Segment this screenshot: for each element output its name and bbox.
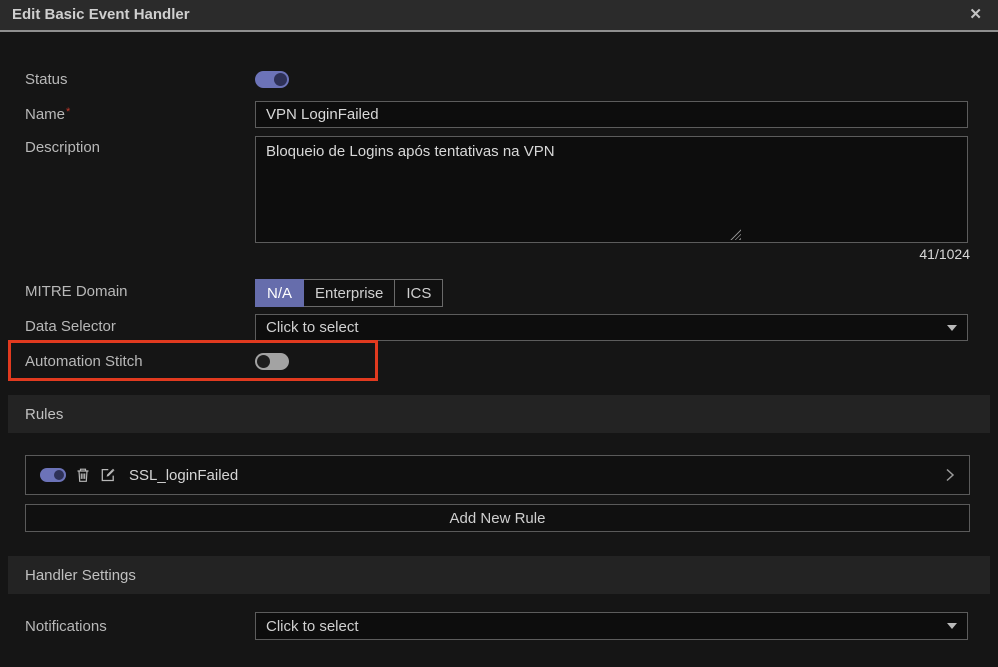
header-divider [0,30,998,32]
required-marker: * [66,106,70,118]
handler-settings-title: Handler Settings [25,567,136,584]
trash-icon[interactable] [75,467,91,483]
segment-enterprise[interactable]: Enterprise [303,279,395,307]
dialog-titlebar: Edit Basic Event Handler ✕ [0,0,998,30]
data-selector-value: Click to select [266,319,947,336]
mitre-domain-label: MITRE Domain [25,283,128,300]
data-selector-label: Data Selector [25,318,116,335]
name-input[interactable] [255,101,968,128]
automation-stitch-label: Automation Stitch [25,353,143,370]
char-counter: 41/1024 [919,246,970,262]
caret-down-icon [947,623,957,629]
edit-basic-event-handler-dialog: Edit Basic Event Handler ✕ Status Name* … [0,0,998,667]
mitre-domain-segmented-control: N/A Enterprise ICS [255,279,443,307]
close-icon[interactable]: ✕ [969,0,982,30]
caret-down-icon [947,325,957,331]
rule-row[interactable]: SSL_loginFailed [25,455,970,495]
toggle-knob [257,355,270,368]
edit-icon[interactable] [100,467,116,483]
segment-na[interactable]: N/A [255,279,304,307]
dialog-title: Edit Basic Event Handler [12,0,190,30]
rule-name: SSL_loginFailed [129,467,238,484]
rules-section-title: Rules [25,406,63,423]
notifications-label: Notifications [25,618,107,635]
status-label: Status [25,71,68,88]
name-label: Name* [25,106,70,123]
automation-stitch-toggle[interactable] [255,353,289,370]
chevron-right-icon[interactable] [945,467,955,483]
toggle-knob [54,470,64,480]
description-textarea[interactable]: Bloqueio de Logins após tentativas na VP… [255,136,968,243]
toggle-knob [274,73,287,86]
description-label: Description [25,139,100,156]
rules-section-header: Rules [8,395,990,433]
handler-settings-section-header: Handler Settings [8,556,990,594]
data-selector-dropdown[interactable]: Click to select [255,314,968,341]
notifications-dropdown[interactable]: Click to select [255,612,968,640]
status-toggle[interactable] [255,71,289,88]
rule-toggle[interactable] [40,468,66,482]
add-new-rule-button[interactable]: Add New Rule [25,504,970,532]
segment-ics[interactable]: ICS [394,279,443,307]
add-new-rule-label: Add New Rule [450,510,546,527]
notifications-value: Click to select [266,618,947,635]
